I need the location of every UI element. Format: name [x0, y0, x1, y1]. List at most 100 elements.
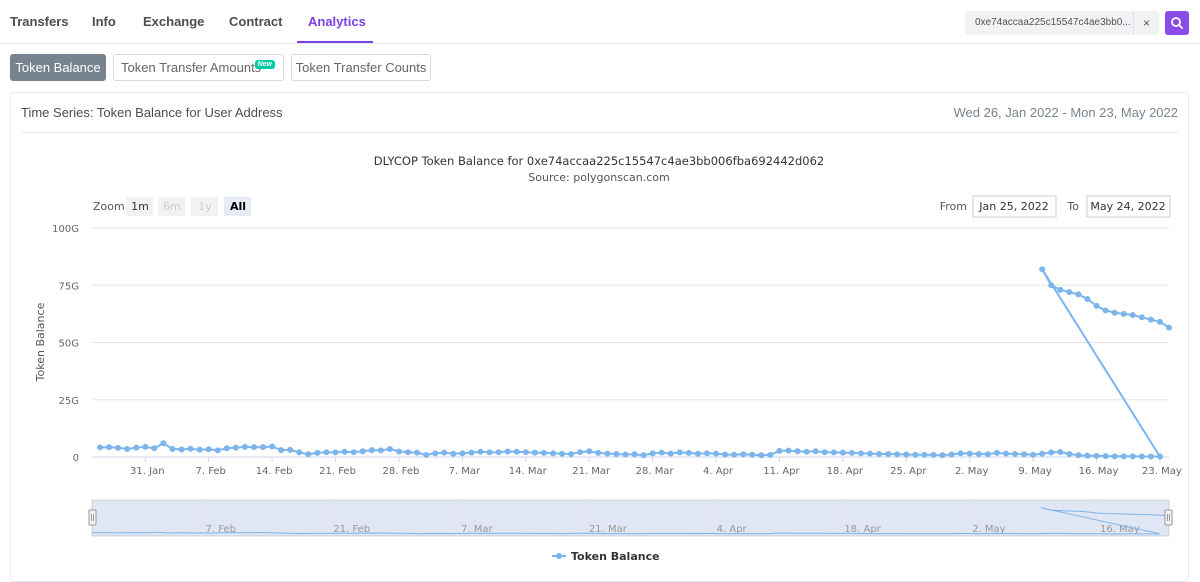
zoom-1m-button[interactable]: 1m	[131, 200, 149, 213]
data-point[interactable]	[694, 450, 701, 457]
data-point[interactable]	[894, 451, 901, 458]
data-point[interactable]	[1084, 295, 1091, 302]
data-point[interactable]	[740, 451, 747, 458]
data-point[interactable]	[857, 450, 864, 457]
data-point[interactable]	[377, 447, 384, 454]
data-point[interactable]	[1011, 451, 1018, 458]
data-point[interactable]	[1021, 451, 1028, 458]
data-point[interactable]	[948, 451, 955, 458]
navigator-handle-right[interactable]	[1164, 509, 1173, 526]
data-point[interactable]	[1156, 453, 1163, 460]
data-point[interactable]	[1147, 316, 1154, 323]
navigator-handle-left[interactable]	[88, 509, 97, 526]
data-point[interactable]	[386, 445, 393, 452]
data-point[interactable]	[794, 448, 801, 455]
data-point[interactable]	[450, 450, 457, 457]
data-point[interactable]	[577, 449, 584, 456]
data-point[interactable]	[223, 445, 230, 452]
data-point[interactable]	[214, 447, 221, 454]
data-point[interactable]	[405, 449, 412, 456]
data-point[interactable]	[604, 450, 611, 457]
data-point[interactable]	[667, 450, 674, 457]
data-point[interactable]	[459, 450, 466, 457]
data-point[interactable]	[1075, 452, 1082, 459]
data-point[interactable]	[1084, 452, 1091, 459]
data-point[interactable]	[278, 447, 285, 454]
data-point[interactable]	[1147, 453, 1154, 460]
data-point[interactable]	[767, 451, 774, 458]
data-point[interactable]	[975, 451, 982, 458]
data-point[interactable]	[1102, 453, 1109, 460]
data-point[interactable]	[785, 447, 792, 454]
data-point[interactable]	[540, 449, 547, 456]
data-point[interactable]	[876, 451, 883, 458]
data-point[interactable]	[549, 450, 556, 457]
data-point[interactable]	[350, 449, 357, 456]
data-point[interactable]	[758, 452, 765, 459]
data-point[interactable]	[341, 448, 348, 455]
navigator-mask[interactable]	[91, 499, 1170, 537]
data-point[interactable]	[1093, 302, 1100, 309]
data-point[interactable]	[749, 451, 756, 458]
data-point[interactable]	[595, 449, 602, 456]
data-point[interactable]	[649, 450, 656, 457]
data-point[interactable]	[957, 450, 964, 457]
data-point[interactable]	[930, 451, 937, 458]
data-point[interactable]	[477, 448, 484, 455]
data-point[interactable]	[1075, 291, 1082, 298]
data-point[interactable]	[803, 448, 810, 455]
data-point[interactable]	[232, 444, 239, 451]
data-point[interactable]	[196, 446, 203, 453]
data-point[interactable]	[1138, 453, 1145, 460]
data-point[interactable]	[1111, 309, 1118, 316]
zoom-all-button[interactable]: All	[230, 200, 246, 213]
data-point[interactable]	[115, 444, 122, 451]
data-point[interactable]	[504, 448, 511, 455]
data-point[interactable]	[613, 451, 620, 458]
data-point[interactable]	[703, 450, 710, 457]
data-point[interactable]	[631, 451, 638, 458]
data-point[interactable]	[441, 449, 448, 456]
data-point[interactable]	[848, 449, 855, 456]
data-point[interactable]	[522, 449, 529, 456]
data-point[interactable]	[867, 450, 874, 457]
data-point[interactable]	[423, 451, 430, 458]
data-point[interactable]	[1030, 451, 1037, 458]
data-point[interactable]	[241, 443, 248, 450]
data-point[interactable]	[205, 446, 212, 453]
data-point[interactable]	[1102, 307, 1109, 314]
data-point[interactable]	[124, 445, 131, 452]
data-point[interactable]	[966, 450, 973, 457]
data-point[interactable]	[658, 449, 665, 456]
data-point[interactable]	[586, 448, 593, 455]
data-point[interactable]	[178, 446, 185, 453]
data-point[interactable]	[359, 448, 366, 455]
data-point[interactable]	[713, 450, 720, 457]
data-point[interactable]	[939, 452, 946, 459]
data-point[interactable]	[1166, 324, 1172, 331]
data-point[interactable]	[513, 448, 520, 455]
data-point[interactable]	[432, 450, 439, 457]
data-point[interactable]	[1156, 318, 1163, 325]
data-point[interactable]	[151, 445, 158, 452]
data-point[interactable]	[993, 449, 1000, 456]
data-point[interactable]	[323, 449, 330, 456]
data-point[interactable]	[287, 446, 294, 453]
data-point[interactable]	[468, 449, 475, 456]
data-point[interactable]	[332, 449, 339, 456]
data-point[interactable]	[1111, 453, 1118, 460]
data-point[interactable]	[568, 451, 575, 458]
legend-item-token-balance[interactable]: Token Balance	[552, 550, 660, 563]
data-point[interactable]	[1048, 282, 1055, 289]
data-point[interactable]	[1002, 450, 1009, 457]
data-point[interactable]	[133, 444, 140, 451]
data-point[interactable]	[830, 449, 837, 456]
data-point[interactable]	[676, 449, 683, 456]
data-point[interactable]	[921, 451, 928, 458]
data-point[interactable]	[685, 449, 692, 456]
data-point[interactable]	[1057, 286, 1064, 293]
data-point[interactable]	[722, 451, 729, 458]
data-point[interactable]	[1138, 314, 1145, 321]
data-point[interactable]	[640, 452, 647, 459]
data-point[interactable]	[296, 449, 303, 456]
